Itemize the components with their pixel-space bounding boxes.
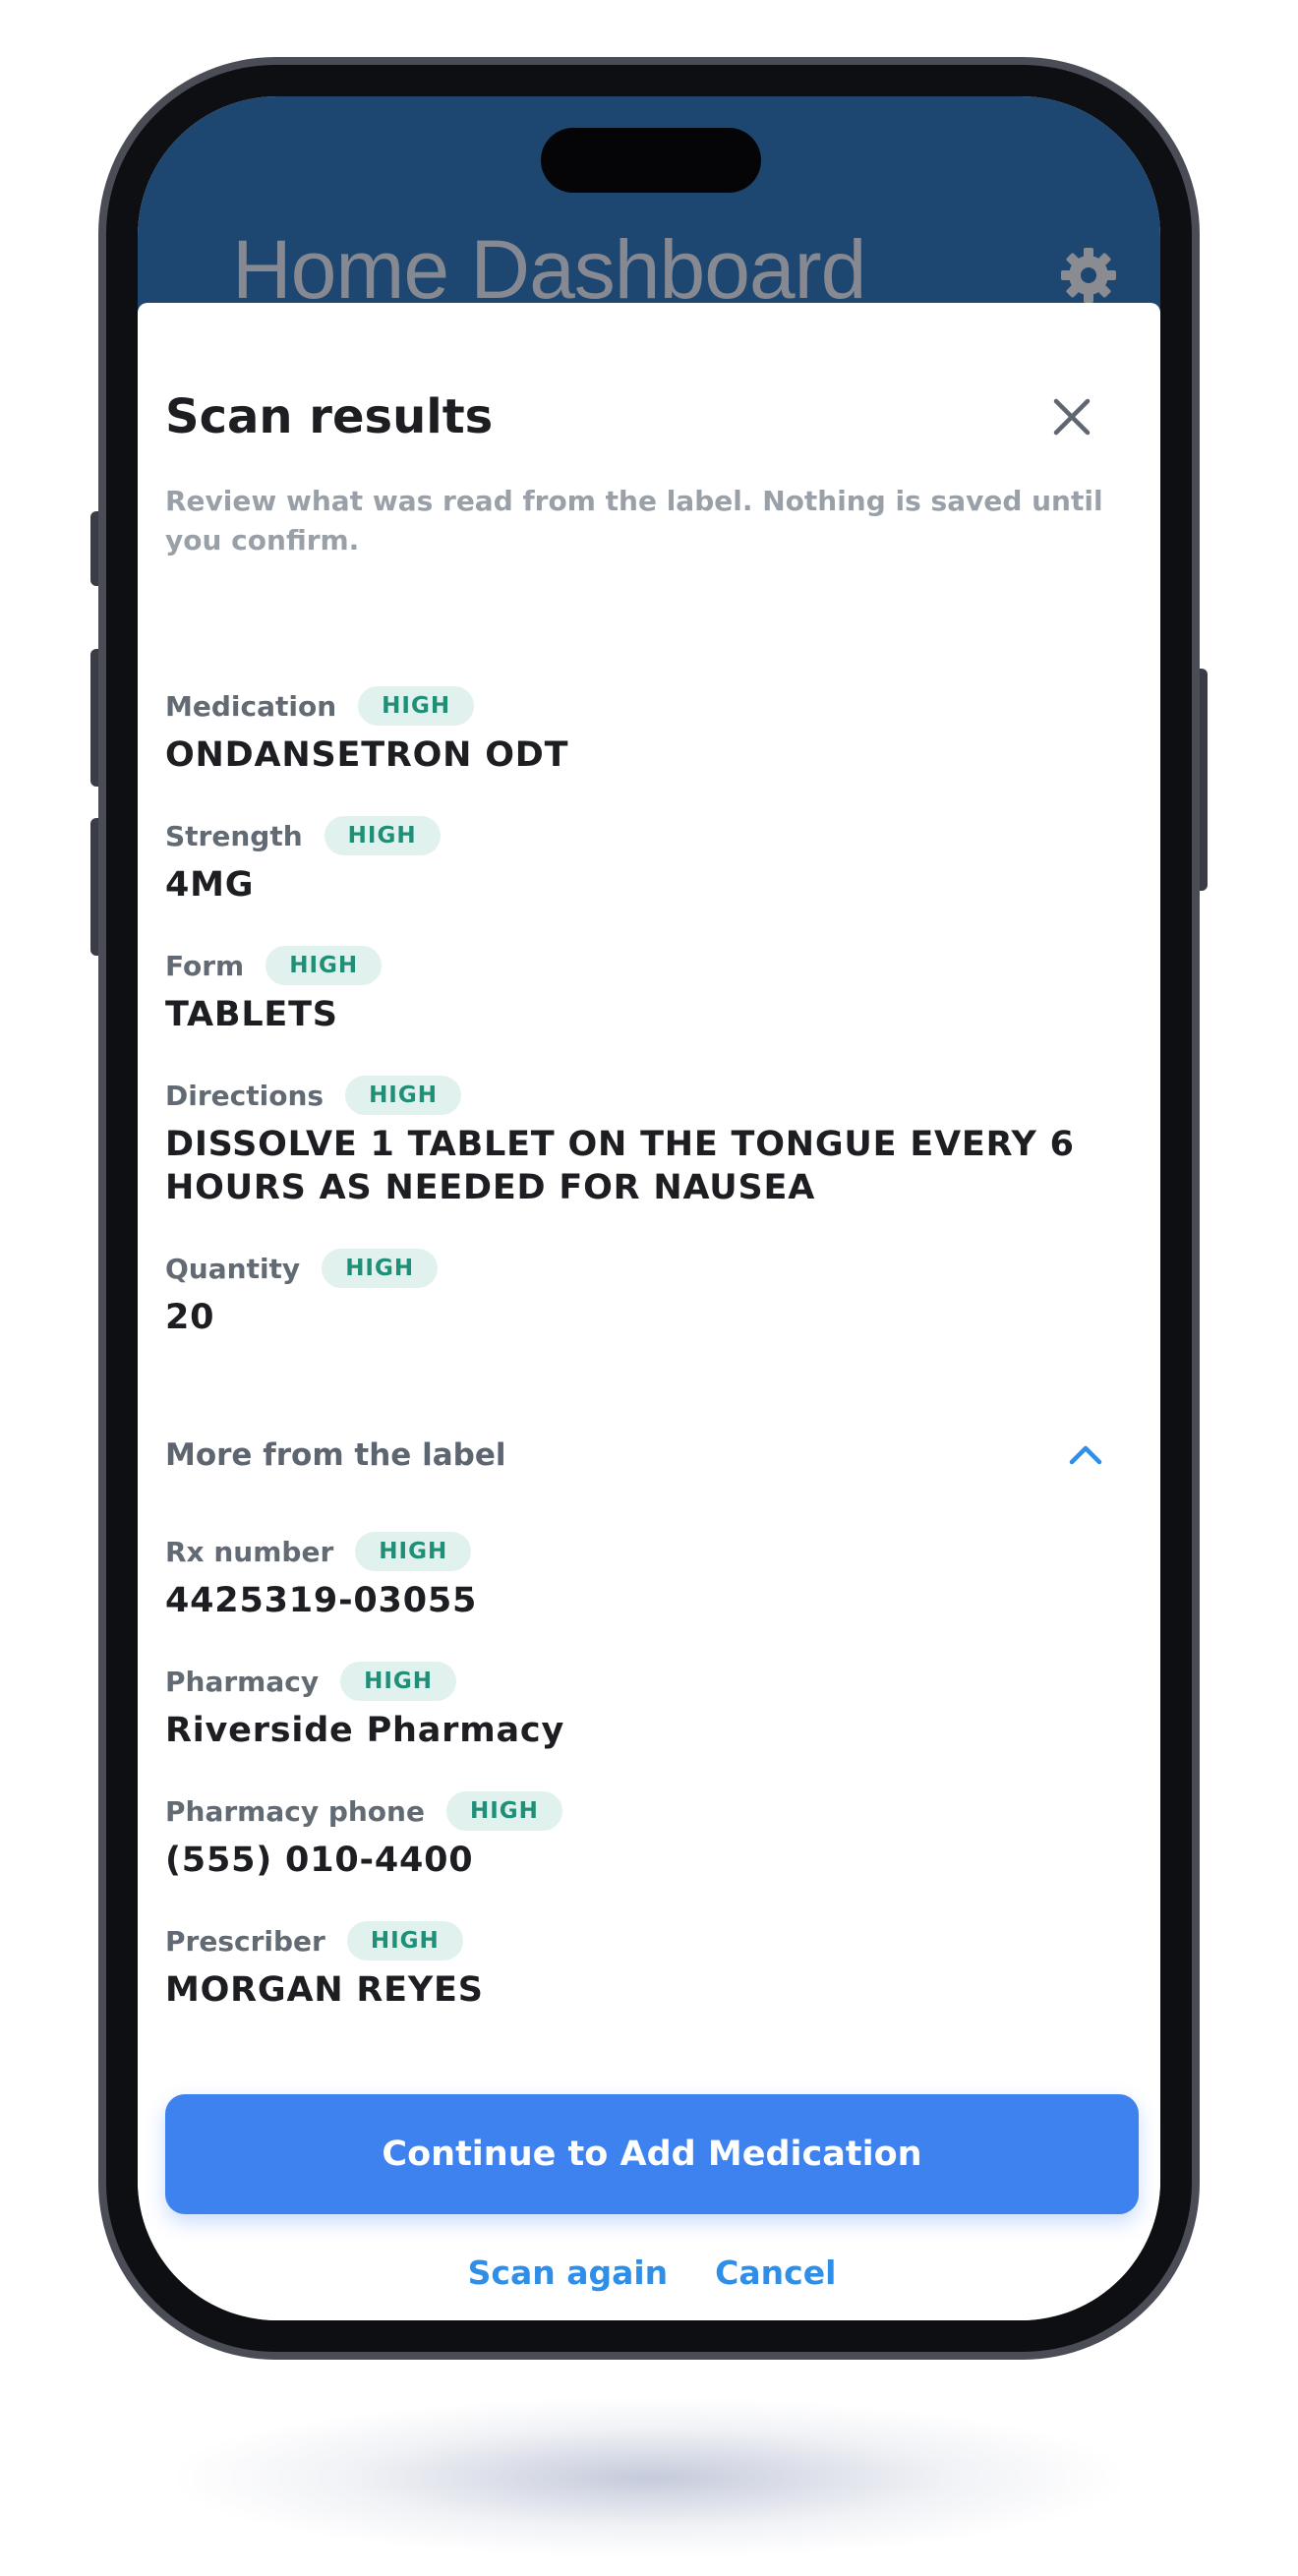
cancel-link[interactable]: Cancel bbox=[715, 2248, 836, 2297]
field-value: DISSOLVE 1 TABLET ON THE TONGUE EVERY 6 … bbox=[165, 1125, 1075, 1207]
confidence-badge: HIGH bbox=[346, 1921, 463, 1961]
field-pharmacy: Pharmacy HIGH Riverside Pharmacy bbox=[165, 1662, 1109, 1752]
field-prescriber: Prescriber HIGH MORGAN REYES bbox=[165, 1921, 1109, 2012]
sheet-title: Scan results bbox=[165, 389, 494, 444]
field-value: 4425319-03055 bbox=[165, 1581, 478, 1620]
confidence-badge: HIGH bbox=[340, 1662, 457, 1701]
confidence-badge: HIGH bbox=[445, 1791, 562, 1831]
confidence-badge: HIGH bbox=[355, 1532, 472, 1571]
field-label: Medication bbox=[165, 689, 337, 723]
field-value: 4MG bbox=[165, 865, 255, 905]
field-value: MORGAN REYES bbox=[165, 1970, 484, 2010]
phone-screen: Home Dashboard Scan results Review what … bbox=[138, 96, 1160, 2320]
confidence-badge: HIGH bbox=[322, 1249, 439, 1288]
field-value: 20 bbox=[165, 1298, 215, 1337]
confidence-badge: HIGH bbox=[358, 686, 475, 726]
field-label: Form bbox=[165, 949, 245, 982]
secondary-actions: Scan again Cancel bbox=[138, 2248, 1160, 2297]
device-shadow bbox=[177, 2399, 1121, 2556]
phone-bezel: Home Dashboard Scan results Review what … bbox=[106, 65, 1192, 2352]
phone-frame: Home Dashboard Scan results Review what … bbox=[98, 57, 1200, 2360]
field-label: Pharmacy bbox=[165, 1665, 320, 1698]
field-value: TABLETS bbox=[165, 995, 338, 1034]
field-label: Directions bbox=[165, 1079, 324, 1112]
confidence-badge: HIGH bbox=[324, 816, 441, 855]
dynamic-island bbox=[541, 128, 761, 193]
section-title: More from the label bbox=[165, 1437, 506, 1473]
field-label: Strength bbox=[165, 819, 303, 852]
scan-again-link[interactable]: Scan again bbox=[468, 2248, 669, 2297]
field-strength: Strength HIGH 4MG bbox=[165, 816, 1109, 907]
confidence-badge: HIGH bbox=[266, 946, 383, 985]
field-label: Rx number bbox=[165, 1535, 334, 1568]
field-form: Form HIGH TABLETS bbox=[165, 946, 1109, 1036]
more-from-label-toggle[interactable]: More from the label bbox=[165, 1426, 1109, 1485]
scan-results-sheet: Scan results Review what was read from t… bbox=[138, 303, 1160, 2320]
field-label: Pharmacy phone bbox=[165, 1794, 425, 1828]
sheet-subtitle: Review what was read from the label. Not… bbox=[165, 485, 1103, 556]
field-value: Riverside Pharmacy bbox=[165, 1711, 565, 1750]
field-rx-number: Rx number HIGH 4425319-03055 bbox=[165, 1532, 1109, 1622]
field-medication: Medication HIGH ONDANSETRON ODT bbox=[165, 686, 1109, 777]
field-pharmacy-phone: Pharmacy phone HIGH (555) 010-4400 bbox=[165, 1791, 1109, 1882]
field-value: (555) 010-4400 bbox=[165, 1841, 474, 1880]
confidence-badge: HIGH bbox=[345, 1076, 461, 1115]
field-value: ONDANSETRON ODT bbox=[165, 735, 569, 775]
chevron-up-icon[interactable] bbox=[1062, 1432, 1109, 1479]
field-label: Prescriber bbox=[165, 1924, 325, 1958]
gear-icon[interactable] bbox=[1057, 244, 1120, 307]
field-directions: Directions HIGH DISSOLVE 1 TABLET ON THE… bbox=[165, 1076, 1109, 1209]
continue-to-add-medication-button[interactable]: Continue to Add Medication bbox=[165, 2094, 1139, 2214]
close-icon[interactable] bbox=[1042, 387, 1101, 446]
field-label: Quantity bbox=[165, 1252, 301, 1285]
field-quantity: Quantity HIGH 20 bbox=[165, 1249, 1109, 1339]
